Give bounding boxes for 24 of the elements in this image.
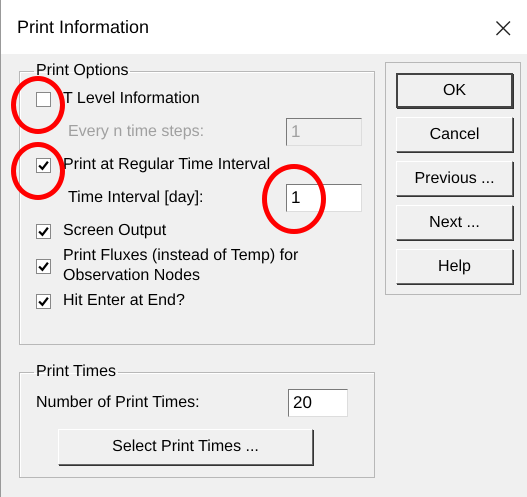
close-button[interactable]: × [488, 10, 519, 44]
select-print-times-button[interactable]: Select Print Times ... [58, 429, 313, 465]
checkbox-label: Print at Regular Time Interval [63, 155, 270, 175]
checkbox-label: Print Fluxes (instead of Temp) for Observation Nodes [63, 246, 300, 286]
dialog-button[interactable]: OK [396, 73, 513, 108]
input-field[interactable]: 1 [286, 184, 362, 212]
dialog-button[interactable]: Cancel [396, 117, 513, 152]
window-title: Print Information [17, 16, 150, 38]
checkbox[interactable] [36, 258, 51, 274]
field-label: Every n time steps: [68, 123, 204, 141]
checkbox[interactable] [36, 92, 51, 106]
checkbox[interactable] [36, 158, 51, 172]
checkbox[interactable] [36, 294, 51, 308]
checkbox[interactable] [36, 224, 51, 238]
field-label: Time Interval [day]: [68, 189, 204, 207]
checkbox-label: Screen Output [63, 221, 166, 241]
checkbox-label: Hit Enter at End? [63, 291, 185, 311]
dialog-button[interactable]: Previous ... [396, 161, 513, 196]
group-title: Print Times [35, 363, 118, 381]
field-label: Number of Print Times: [36, 394, 200, 412]
dialog-button[interactable]: Help [396, 249, 513, 284]
dialog-button[interactable]: Next ... [396, 205, 513, 240]
group-title: Print Options [35, 62, 130, 80]
input-field[interactable]: 20 [288, 389, 348, 417]
